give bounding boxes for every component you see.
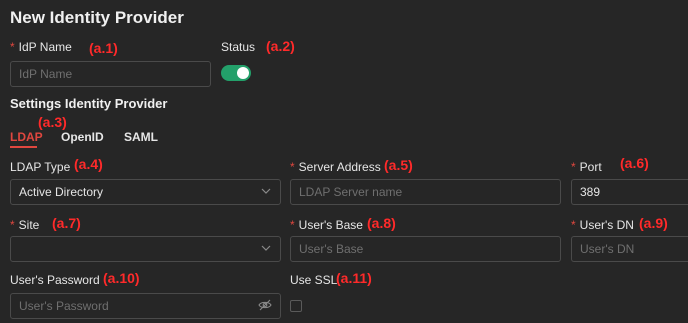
annotation-a5: (a.5)	[384, 157, 413, 173]
users-base-input[interactable]: User's Base	[290, 236, 561, 262]
server-address-input[interactable]: LDAP Server name	[290, 179, 561, 205]
users-password-input[interactable]: User's Password	[10, 293, 281, 319]
chevron-down-icon	[260, 185, 272, 200]
ldap-type-label: LDAP Type	[10, 160, 71, 174]
annotation-a10: (a.10)	[103, 270, 140, 286]
server-address-placeholder: LDAP Server name	[299, 185, 403, 199]
required-marker: *	[10, 218, 15, 232]
port-label: * Port	[571, 160, 602, 174]
chevron-down-icon	[260, 242, 272, 257]
required-marker: *	[571, 218, 576, 232]
annotation-a9: (a.9)	[639, 215, 668, 231]
annotation-a2: (a.2)	[266, 38, 295, 54]
tab-active-indicator	[10, 146, 37, 148]
annotation-a8: (a.8)	[367, 215, 396, 231]
annotation-a7: (a.7)	[52, 215, 81, 231]
site-select[interactable]	[10, 236, 281, 262]
required-marker: *	[571, 160, 576, 174]
users-dn-label: * User's DN	[571, 218, 634, 232]
users-dn-input[interactable]: User's DN	[571, 236, 688, 262]
site-label: * Site	[10, 218, 40, 232]
tab-ldap[interactable]: LDAP	[10, 130, 43, 144]
users-password-placeholder: User's Password	[19, 299, 109, 313]
page-title: New Identity Provider	[10, 8, 184, 27]
status-label: Status	[221, 40, 256, 54]
eye-off-icon[interactable]	[258, 299, 272, 314]
users-base-label: * User's Base	[290, 218, 363, 232]
users-dn-placeholder: User's DN	[580, 242, 635, 256]
settings-section-title: Settings Identity Provider	[10, 96, 168, 111]
server-address-label: * Server Address	[290, 160, 381, 174]
ldap-type-value: Active Directory	[19, 185, 104, 199]
users-base-placeholder: User's Base	[299, 242, 364, 256]
status-toggle[interactable]	[221, 65, 251, 81]
idp-name-placeholder: IdP Name	[19, 67, 73, 81]
use-ssl-label: Use SSL	[290, 273, 338, 287]
users-password-label: User's Password	[10, 273, 100, 287]
port-value: 389	[580, 185, 601, 199]
annotation-a6: (a.6)	[620, 155, 649, 171]
tab-saml[interactable]: SAML	[124, 130, 158, 144]
annotation-a4: (a.4)	[74, 156, 103, 172]
idp-name-label: * IdP Name	[10, 40, 72, 54]
annotation-a11: (a.11)	[336, 270, 372, 286]
annotation-a3: (a.3)	[38, 114, 67, 130]
idp-name-input[interactable]: IdP Name	[10, 61, 211, 87]
ldap-type-select[interactable]: Active Directory	[10, 179, 281, 205]
required-marker: *	[290, 160, 295, 174]
port-input[interactable]: 389	[571, 179, 688, 205]
required-marker: *	[10, 40, 15, 54]
tab-openid[interactable]: OpenID	[61, 130, 104, 144]
toggle-knob	[237, 67, 249, 79]
annotation-a1: (a.1)	[89, 40, 118, 56]
use-ssl-checkbox[interactable]	[290, 300, 302, 312]
required-marker: *	[290, 218, 295, 232]
